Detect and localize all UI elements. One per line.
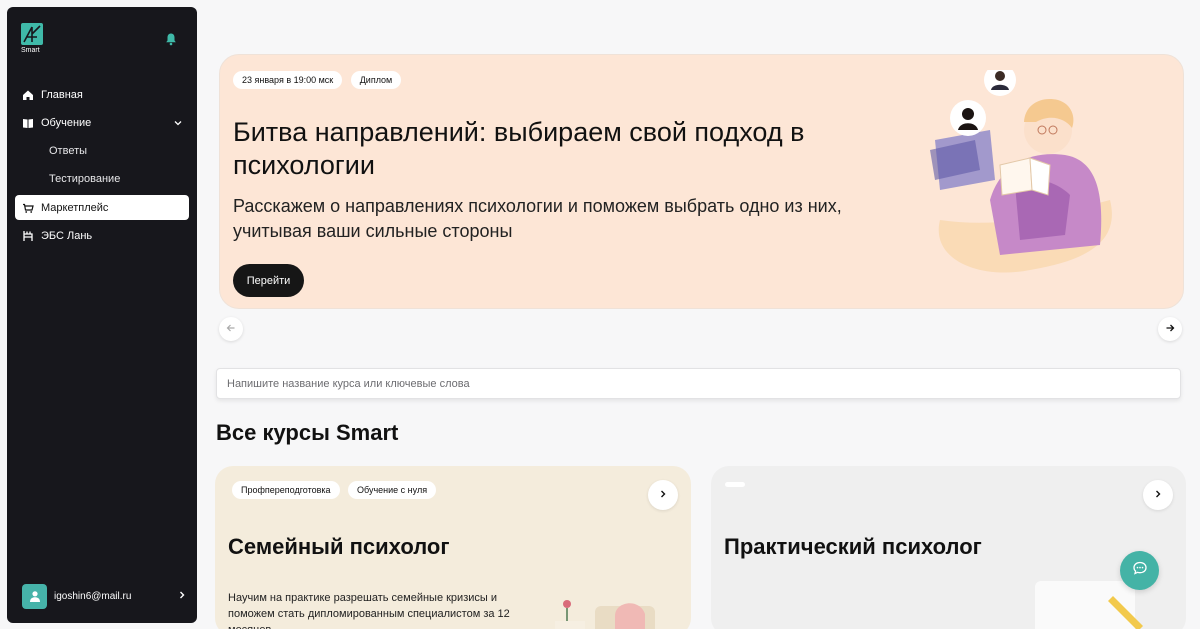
cart-icon [22, 202, 34, 214]
course-tag: Обучение с нуля [348, 481, 437, 499]
banner-tags: 23 января в 19:00 мск Диплом [233, 70, 405, 89]
bell-icon[interactable] [164, 32, 178, 46]
course-open-button[interactable] [1143, 480, 1173, 510]
sidebar-item-marketplace[interactable]: Маркетплейс [15, 195, 189, 220]
arrow-right-icon [1165, 320, 1175, 338]
course-card[interactable]: Профпереподготовка Обучение с нуля Семей… [215, 466, 691, 629]
logo[interactable]: Smart [21, 23, 45, 54]
sidebar-item-label: Обучение [41, 117, 92, 129]
smart-logo-icon [21, 23, 43, 45]
banner-illustration [930, 70, 1112, 273]
book-icon [22, 117, 34, 129]
chevron-down-icon[interactable] [173, 118, 183, 131]
chat-icon [1132, 560, 1148, 581]
sidebar: Smart Главная Обучение Ответы Тестирован… [7, 7, 197, 623]
type-badge: Диплом [350, 71, 402, 89]
chevron-right-icon[interactable] [177, 587, 187, 605]
banner-title: Битва направлений: выбираем свой подход … [233, 117, 805, 180]
home-icon [22, 89, 34, 101]
course-open-button[interactable] [648, 480, 678, 510]
chevron-right-icon [1153, 486, 1163, 504]
sidebar-item-label: ЭБС Лань [41, 230, 93, 242]
user-email: igoshin6@mail.ru [54, 590, 132, 602]
user-profile[interactable]: igoshin6@mail.ru [22, 583, 187, 609]
sidebar-item-home[interactable]: Главная [7, 81, 197, 109]
course-tags: Профпереподготовка Обучение с нуля [232, 480, 440, 499]
sidebar-item-label: Главная [41, 89, 83, 101]
course-card[interactable]: Практический психолог [711, 466, 1186, 629]
avatar [22, 583, 47, 609]
course-illustration [555, 600, 655, 629]
chat-button[interactable] [1120, 551, 1159, 590]
course-tag: Профпереподготовка [232, 481, 340, 499]
sidebar-item-library[interactable]: ЭБС Лань [7, 222, 197, 250]
course-search-input[interactable] [216, 368, 1181, 399]
course-title: Семейный психолог [228, 534, 450, 559]
promo-banner: 23 января в 19:00 мск Диплом Битва напра… [219, 54, 1184, 309]
chevron-right-icon [658, 486, 668, 504]
sidebar-subitem-testing[interactable]: Тестирование [7, 165, 197, 193]
banner-description: Расскажем о направлениях психологии и по… [233, 196, 842, 241]
sidebar-subitem-answers[interactable]: Ответы [7, 137, 197, 165]
carousel-prev-button[interactable] [219, 317, 243, 341]
sidebar-item-label: Маркетплейс [41, 201, 109, 214]
course-title: Практический психолог [724, 534, 982, 559]
library-icon [22, 230, 34, 242]
carousel-next-button[interactable] [1158, 317, 1182, 341]
date-badge: 23 января в 19:00 мск [233, 71, 343, 89]
sidebar-item-learning[interactable]: Обучение [7, 109, 197, 137]
sidebar-nav: Главная Обучение Ответы Тестирование Мар… [7, 81, 197, 250]
course-description: Научим на практике разрешать семейные кр… [228, 592, 510, 629]
course-tag-placeholder [725, 482, 745, 487]
arrow-left-icon [226, 320, 236, 338]
go-button[interactable]: Перейти [233, 264, 304, 297]
logo-text: Smart [21, 47, 40, 54]
section-title: Все курсы Smart [216, 420, 399, 445]
